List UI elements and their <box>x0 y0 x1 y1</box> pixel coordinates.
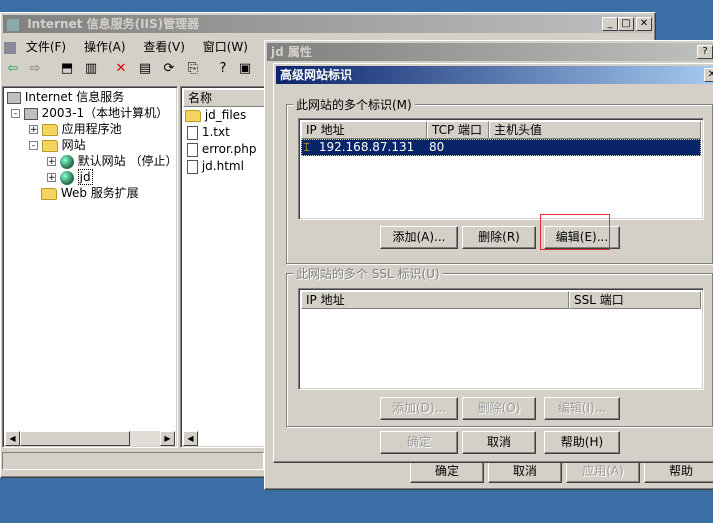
remove-ssl-button[interactable]: 删除(O) <box>462 397 536 420</box>
tree-app-pool[interactable]: + 应用程序池 <box>29 121 122 137</box>
back-arrow-icon[interactable]: ⇦ <box>4 60 22 78</box>
list-item[interactable]: jd.html <box>187 158 244 174</box>
ip-address-icon: ⌶ <box>303 140 311 154</box>
website-icon <box>59 170 74 185</box>
tree-root[interactable]: Internet 信息服务 <box>7 89 124 105</box>
col-ssl-port[interactable]: SSL 端口 <box>569 291 701 309</box>
advanced-identification-dialog: 高级网站标识 ✕ 此网站的多个标识(M) IP 地址 TCP 端口 主机头值 ⌶… <box>273 63 713 463</box>
tree-jd[interactable]: + jd <box>47 169 93 185</box>
list-item[interactable]: 1.txt <box>187 124 230 140</box>
edit-ssl-button[interactable]: 编辑(I)... <box>544 397 620 420</box>
menu-action[interactable]: 操作(A) <box>84 40 126 54</box>
folder-icon <box>185 109 201 122</box>
remove-identity-button[interactable]: 删除(R) <box>462 226 536 249</box>
properties-help-bottom-button[interactable]: 帮助 <box>644 460 713 483</box>
advanced-close-button[interactable]: ✕ <box>704 68 713 82</box>
ssl-identities-list[interactable]: IP 地址 SSL 端口 <box>298 288 704 390</box>
folder-icon <box>41 187 57 200</box>
website-stopped-icon <box>59 154 74 169</box>
folder-icon <box>41 123 58 136</box>
expand-icon[interactable]: + <box>47 157 56 167</box>
ssl-identities-group-label: 此网站的多个 SSL 标识(U) <box>293 265 443 282</box>
col-ip-address[interactable]: IP 地址 <box>301 121 427 139</box>
iis-toolbar: ⇦ ⇨ ⬒ ▥ ✕ ▤ ⟳ ⎘ ? ▣ <box>2 60 264 82</box>
file-list-pane: 名称 jd_files 1.txt error.php jd.html ◀ <box>180 86 267 448</box>
list-header-name[interactable]: 名称 <box>183 89 267 107</box>
iis-icon <box>7 91 21 104</box>
properties-icon[interactable]: ▤ <box>136 60 154 78</box>
collapse-icon[interactable]: - <box>29 141 38 151</box>
help-button[interactable]: 帮助(H) <box>544 431 620 454</box>
add-identity-button[interactable]: 添加(A)... <box>380 226 458 249</box>
properties-help-button[interactable]: ? <box>697 45 713 59</box>
expand-icon[interactable]: + <box>47 173 56 183</box>
col-ssl-ip-address[interactable]: IP 地址 <box>301 291 569 309</box>
console-icon[interactable]: ▣ <box>236 60 254 78</box>
maximize-button[interactable]: □ <box>618 17 634 31</box>
properties-ok-button[interactable]: 确定 <box>410 460 484 483</box>
tree-computer[interactable]: - 2003-1（本地计算机） <box>11 105 168 121</box>
list-item[interactable]: error.php <box>187 141 256 157</box>
list-item[interactable]: jd_files <box>185 107 246 123</box>
php-file-icon <box>187 142 198 157</box>
highlight-box <box>540 214 610 250</box>
up-folder-icon[interactable]: ⬒ <box>58 60 76 78</box>
properties-apply-button[interactable]: 应用(A) <box>566 460 640 483</box>
ok-button[interactable]: 确定 <box>380 431 458 454</box>
delete-icon[interactable]: ✕ <box>112 60 130 78</box>
iis-title: Internet 信息服务(IIS)管理器 <box>27 17 200 31</box>
expand-icon[interactable]: + <box>29 125 38 135</box>
iis-menu-bar: 文件(F) 操作(A) 查看(V) 窗口(W) 帮 <box>4 38 266 56</box>
identities-group-label: 此网站的多个标识(M) <box>293 96 415 113</box>
properties-title: jd 属性 <box>271 45 312 59</box>
iis-app-icon <box>7 18 19 31</box>
help-icon[interactable]: ? <box>214 60 232 78</box>
text-file-icon <box>187 125 198 140</box>
tree-websites[interactable]: - 网站 <box>29 137 86 153</box>
folder-icon <box>41 139 58 152</box>
row-ip: 192.168.87.131 <box>318 140 415 154</box>
tree-default-site[interactable]: + 默认网站 （停止） <box>47 153 177 169</box>
minimize-button[interactable]: _ <box>602 17 618 31</box>
row-port: 80 <box>429 140 445 154</box>
col-host-header[interactable]: 主机头值 <box>489 121 701 139</box>
export-icon[interactable]: ⎘ <box>184 60 202 78</box>
add-ssl-button[interactable]: 添加(D)... <box>380 397 458 420</box>
menu-window[interactable]: 窗口(W) <box>203 40 248 54</box>
computer-icon <box>23 107 38 120</box>
advanced-title: 高级网站标识 <box>280 68 353 82</box>
tree-pane: Internet 信息服务 - 2003-1（本地计算机） + 应用程序池 - … <box>2 86 178 448</box>
scroll-left-icon[interactable]: ◀ <box>5 431 20 446</box>
table-row[interactable]: ⌶ 192.168.87.131 80 <box>301 139 701 156</box>
cancel-button[interactable]: 取消 <box>462 431 536 454</box>
iis-status-bar <box>2 452 264 470</box>
scroll-thumb[interactable] <box>20 431 130 446</box>
forward-arrow-icon[interactable]: ⇨ <box>26 60 44 78</box>
scroll-right-icon[interactable]: ▶ <box>160 431 175 446</box>
iis-title-bar: Internet 信息服务(IIS)管理器 <box>3 15 653 33</box>
menu-view[interactable]: 查看(V) <box>143 40 185 54</box>
menu-file[interactable]: 文件(F) <box>26 40 66 54</box>
html-file-icon <box>187 159 198 174</box>
properties-title-bar: jd 属性 <box>267 43 713 61</box>
properties-cancel-button[interactable]: 取消 <box>488 460 562 483</box>
tree-web-ext[interactable]: Web 服务扩展 <box>41 185 139 201</box>
doc-icon <box>4 41 16 54</box>
collapse-icon[interactable]: - <box>11 109 20 119</box>
refresh-icon[interactable]: ⟳ <box>160 60 178 78</box>
advanced-title-bar: 高级网站标识 <box>276 66 713 84</box>
scroll-left-icon[interactable]: ◀ <box>183 431 198 446</box>
tree-hscrollbar[interactable]: ◀ ▶ <box>5 431 175 446</box>
col-tcp-port[interactable]: TCP 端口 <box>427 121 489 139</box>
identities-list[interactable]: IP 地址 TCP 端口 主机头值 ⌶ 192.168.87.131 80 <box>298 118 704 220</box>
close-button[interactable]: ✕ <box>636 17 652 31</box>
show-tree-icon[interactable]: ▥ <box>82 60 100 78</box>
